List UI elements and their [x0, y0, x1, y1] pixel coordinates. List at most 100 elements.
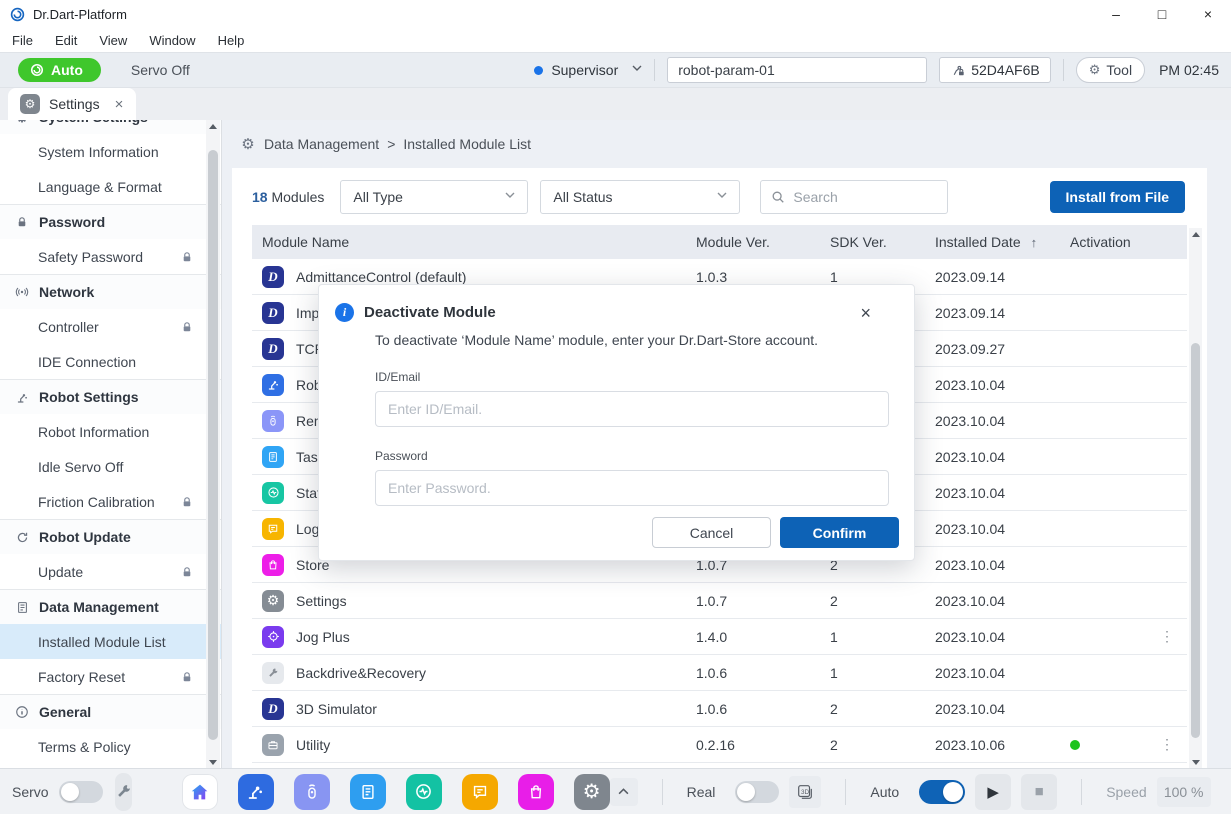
auto-toggle-label: Auto [870, 784, 899, 800]
collapse-button[interactable] [610, 778, 638, 806]
row-menu-icon[interactable]: ⋮ [1160, 628, 1174, 644]
dock-app-status[interactable] [406, 774, 442, 810]
dock-app-store[interactable] [518, 774, 554, 810]
row-menu-icon[interactable]: ⋮ [1160, 736, 1174, 752]
dock-app-remote[interactable] [294, 774, 330, 810]
status-icon [414, 782, 433, 801]
svg-text:3D: 3D [801, 788, 810, 795]
type-filter-select[interactable]: All Type [340, 180, 528, 214]
speed-value[interactable]: 100 % [1157, 777, 1211, 807]
maximize-button[interactable]: □ [1139, 0, 1185, 28]
robot-param-input[interactable] [667, 57, 927, 83]
table-scrollbar[interactable] [1189, 228, 1202, 768]
servo-toggle[interactable] [59, 781, 103, 803]
menu-window[interactable]: Window [149, 33, 195, 48]
wrench-module-icon [262, 662, 284, 684]
play-button[interactable]: ▶ [975, 774, 1011, 810]
user-role-dropdown[interactable]: Supervisor [534, 62, 642, 78]
module-name: 3D Simulator [296, 701, 377, 717]
filter-row: 18 Modules All Type All Status Install f… [232, 168, 1207, 225]
tool-button[interactable]: ⚙ Tool [1076, 57, 1145, 83]
real-toggle[interactable] [735, 781, 779, 803]
sidebar-item-password[interactable]: Password [0, 204, 221, 239]
sidebar-item-update[interactable]: Update [0, 554, 221, 589]
wrench-button[interactable] [115, 773, 132, 811]
auto-toggle[interactable] [919, 780, 965, 804]
close-button[interactable]: × [1185, 0, 1231, 28]
info-icon: i [335, 303, 354, 322]
sidebar-item-label: Language & Format [38, 179, 162, 195]
sidebar-item-system-information[interactable]: System Information [0, 134, 221, 169]
password-field[interactable] [375, 470, 889, 506]
table-row[interactable]: D3D Simulator 1.0.6 2 2023.10.04 ⋮ [252, 691, 1187, 727]
status-filter-select[interactable]: All Status [540, 180, 740, 214]
tab-close-icon[interactable]: × [115, 96, 124, 113]
info-icon [14, 704, 30, 720]
sidebar-item-safety-password[interactable]: Safety Password [0, 239, 221, 274]
dock-app-home[interactable] [182, 774, 218, 810]
sidebar-item-factory-reset[interactable]: Factory Reset [0, 659, 221, 694]
sidebar-item-network[interactable]: Network [0, 274, 221, 309]
sidebar-item-data-management[interactable]: Data Management [0, 589, 221, 624]
install-from-file-button[interactable]: Install from File [1050, 181, 1185, 213]
utility-module-icon [262, 734, 284, 756]
auto-mode-badge[interactable]: Auto [18, 58, 101, 82]
scroll-up-icon[interactable] [206, 120, 220, 132]
settings-icon: ⚙ [583, 779, 601, 804]
scroll-down-icon[interactable] [1189, 756, 1203, 768]
sidebar-item-robot-update[interactable]: Robot Update [0, 519, 221, 554]
sidebar-item-ide-connection[interactable]: IDE Connection [0, 344, 221, 379]
table-row[interactable]: ⚙Settings 1.0.7 2 2023.10.04 ⋮ [252, 583, 1187, 619]
col-module-ver[interactable]: Module Ver. [686, 234, 820, 250]
scrollbar-thumb[interactable] [1191, 343, 1200, 738]
col-sdk-ver[interactable]: SDK Ver. [820, 234, 925, 250]
id-email-field[interactable] [375, 391, 889, 427]
search-box[interactable] [760, 180, 948, 214]
sidebar-item-system-settings[interactable]: ⚙ System Settings [0, 120, 221, 134]
sidebar-item-language-format[interactable]: Language & Format [0, 169, 221, 204]
scroll-down-icon[interactable] [206, 756, 220, 768]
sidebar-item-controller[interactable]: Controller [0, 309, 221, 344]
menu-file[interactable]: File [12, 33, 33, 48]
cancel-button[interactable]: Cancel [652, 517, 771, 548]
dialog-title: Deactivate Module [364, 304, 496, 321]
stop-icon: ■ [1035, 783, 1044, 800]
stop-button[interactable]: ■ [1021, 774, 1057, 810]
sidebar-item-robot-information[interactable]: Robot Information [0, 414, 221, 449]
table-row[interactable]: Backdrive&Recovery 1.0.6 1 2023.10.04 ⋮ [252, 655, 1187, 691]
confirm-button[interactable]: Confirm [780, 517, 899, 548]
table-row[interactable]: Jog Plus 1.4.0 1 2023.10.04 ⋮ [252, 619, 1187, 655]
col-module-name[interactable]: Module Name [252, 234, 686, 250]
scrollbar-thumb[interactable] [208, 150, 218, 740]
sdk-version: 1 [820, 629, 925, 645]
col-installed-date[interactable]: Installed Date↑ [925, 234, 1060, 250]
sidebar-item-installed-module-list[interactable]: Installed Module List [0, 624, 221, 659]
simulator-3d-button[interactable]: 3D [789, 776, 821, 808]
sidebar-item-robot-settings[interactable]: Robot Settings [0, 379, 221, 414]
mode-swirl-icon [30, 63, 44, 77]
menu-edit[interactable]: Edit [55, 33, 77, 48]
dock-app-logs[interactable] [462, 774, 498, 810]
scroll-up-icon[interactable] [1189, 228, 1203, 240]
robot-module-icon [262, 374, 284, 396]
menu-help[interactable]: Help [218, 33, 245, 48]
sidebar-item-friction-calibration[interactable]: Friction Calibration [0, 484, 221, 519]
dock-app-task[interactable] [350, 774, 386, 810]
sidebar-item-terms-policy[interactable]: Terms & Policy [0, 729, 221, 764]
col-activation[interactable]: Activation [1060, 234, 1150, 250]
dock-app-robot[interactable] [238, 774, 274, 810]
search-input[interactable] [793, 189, 923, 205]
menu-view[interactable]: View [99, 33, 127, 48]
dock-app-settings[interactable]: ⚙ [574, 774, 610, 810]
refresh-icon [14, 529, 30, 545]
dialog-close-icon[interactable]: × [860, 304, 871, 322]
robot-id-badge[interactable]: 52D4AF6B [939, 57, 1050, 83]
speed-label: Speed [1106, 784, 1146, 800]
sidebar-item-general[interactable]: General [0, 694, 221, 729]
breadcrumb-section[interactable]: Data Management [264, 136, 379, 152]
table-row[interactable]: Utility 0.2.16 2 2023.10.06 ⋮ [252, 727, 1187, 763]
minimize-button[interactable]: – [1093, 0, 1139, 28]
tab-settings[interactable]: ⚙ Settings × [8, 88, 136, 120]
sidebar-scrollbar[interactable] [206, 120, 220, 768]
sidebar-item-idle-servo-off[interactable]: Idle Servo Off [0, 449, 221, 484]
